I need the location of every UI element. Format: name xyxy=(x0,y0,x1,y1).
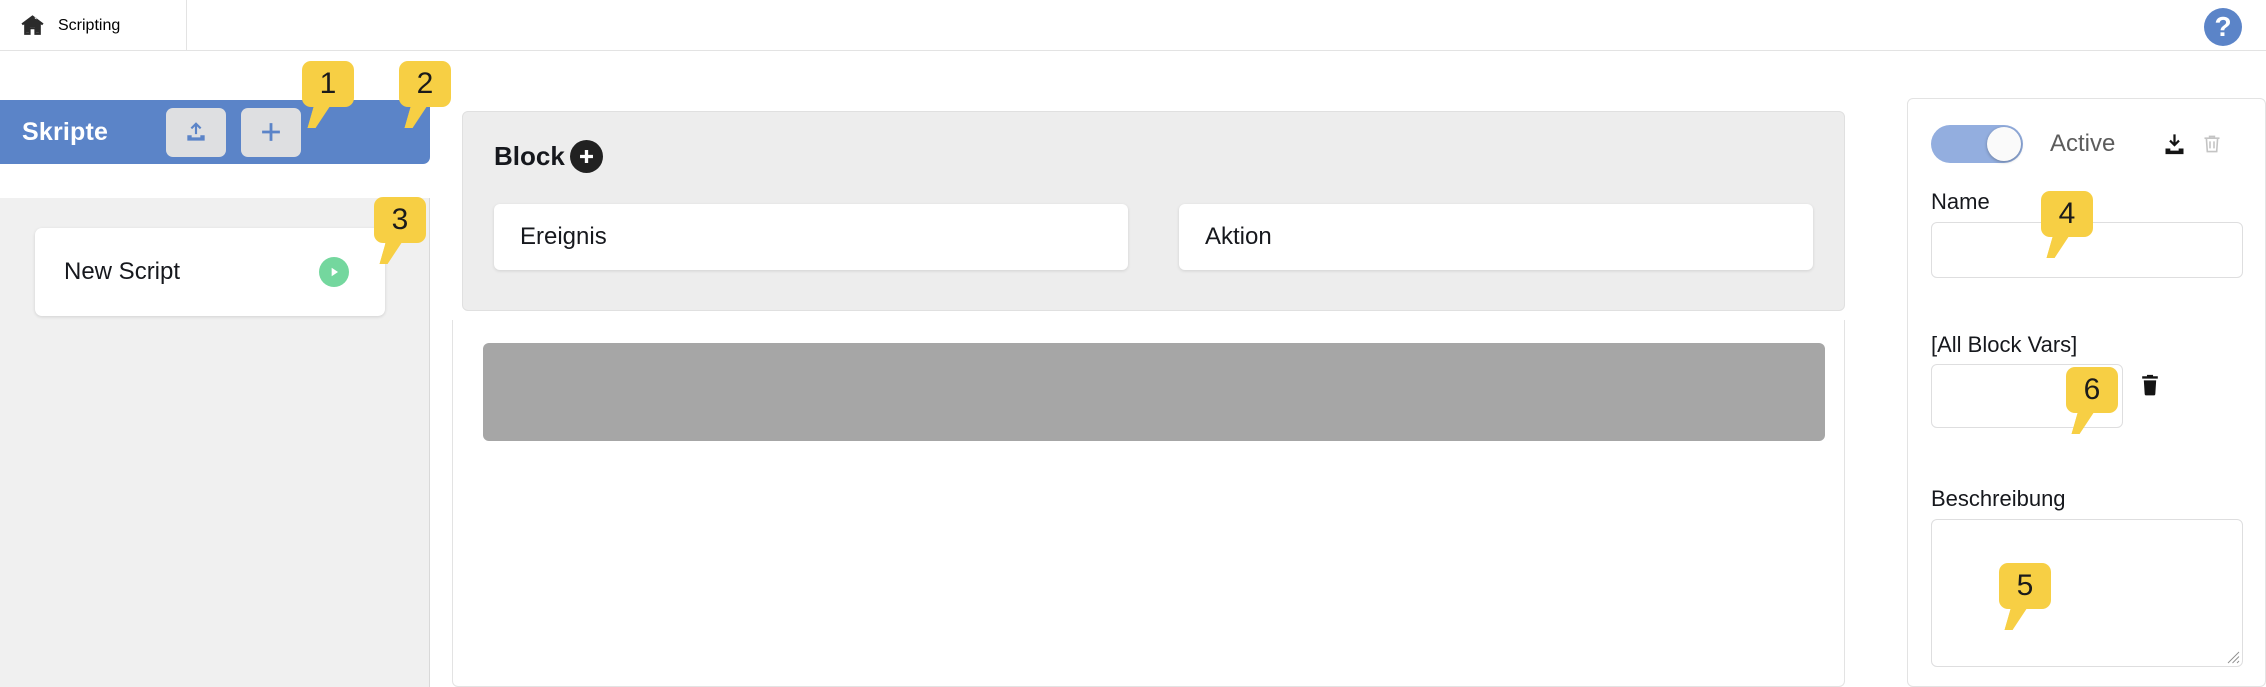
active-toggle[interactable] xyxy=(1931,125,2023,163)
help-button[interactable]: ? xyxy=(2204,8,2242,46)
active-toggle-label: Active xyxy=(2050,130,2116,157)
event-slot[interactable]: Ereignis xyxy=(494,204,1128,270)
breadcrumb[interactable]: Scripting xyxy=(0,0,187,51)
block-editor-panel: Block Ereignis Aktion xyxy=(462,111,1845,311)
resize-handle-icon[interactable] xyxy=(2226,650,2240,664)
upload-script-button[interactable] xyxy=(166,107,227,157)
action-slot[interactable]: Aktion xyxy=(1179,204,1813,270)
question-mark-icon: ? xyxy=(2204,8,2242,46)
plus-circle-icon[interactable] xyxy=(569,140,603,173)
add-script-button[interactable] xyxy=(241,107,302,157)
active-row: Active xyxy=(1908,122,2266,166)
download-icon[interactable] xyxy=(2161,131,2188,158)
action-slot-label: Aktion xyxy=(1205,223,1272,250)
name-input[interactable] xyxy=(1931,222,2243,278)
upload-icon xyxy=(183,119,209,145)
trash-icon[interactable] xyxy=(2137,372,2163,398)
chevron-down-icon[interactable] xyxy=(2094,388,2111,405)
event-slot-label: Ereignis xyxy=(520,223,607,250)
scripts-panel-title: Skripte xyxy=(22,117,109,146)
name-label: Name xyxy=(1931,189,1990,214)
block-vars-select[interactable] xyxy=(1931,364,2123,428)
list-item-label: New Script xyxy=(64,258,181,285)
play-icon[interactable] xyxy=(319,257,349,287)
scripts-panel-header: Skripte xyxy=(0,100,430,164)
plus-icon xyxy=(258,119,284,145)
description-textarea[interactable] xyxy=(1931,519,2243,667)
script-canvas[interactable] xyxy=(452,320,1845,687)
active-toggle-knob xyxy=(1987,127,2021,161)
breadcrumb-label: Scripting xyxy=(58,16,121,34)
script-list-panel: New Script xyxy=(0,198,430,687)
list-item[interactable]: New Script xyxy=(35,228,385,316)
top-bar: Scripting ? xyxy=(0,0,2266,51)
home-icon xyxy=(20,13,45,38)
block-title-row: Block xyxy=(494,140,603,173)
description-label: Beschreibung xyxy=(1931,486,2066,511)
trash-icon[interactable] xyxy=(2200,132,2224,156)
block-vars-label: [All Block Vars] xyxy=(1931,332,2078,357)
block-title: Block xyxy=(494,141,565,171)
canvas-placeholder-bar[interactable] xyxy=(483,343,1825,441)
properties-panel: Active Name [All Block Vars] Beschreibun… xyxy=(1907,98,2266,687)
